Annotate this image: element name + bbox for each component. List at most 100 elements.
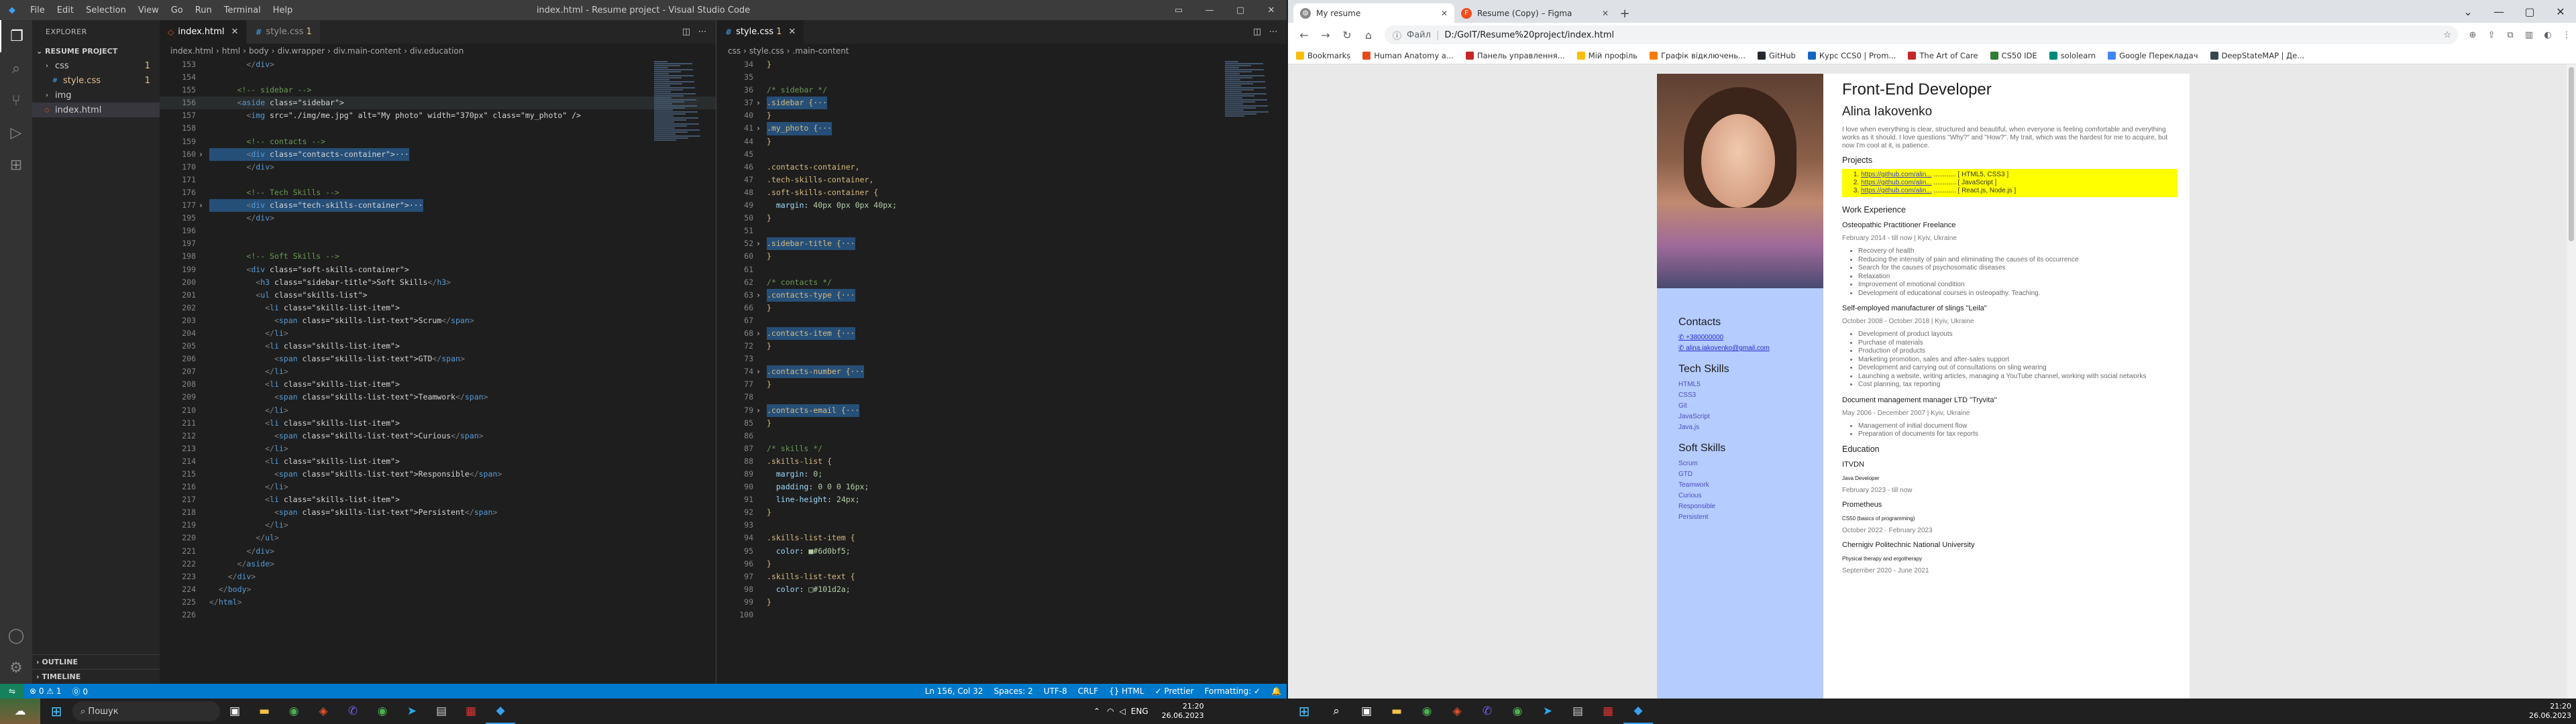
code-line[interactable]: 68 › .contacts-item {··· <box>717 326 1287 341</box>
code-line[interactable]: 215 <span class="skills-list-text">Respo… <box>160 468 716 481</box>
code-line[interactable]: 85} <box>717 417 1287 430</box>
code-line[interactable]: 36 /* sidebar */ <box>717 84 1287 97</box>
tree-item-index-html[interactable]: ◇ index.html <box>32 103 160 117</box>
fold-chevron-icon[interactable]: › <box>756 122 761 135</box>
menu-help[interactable]: Help <box>267 5 299 15</box>
file-explorer-icon-2[interactable]: ▬ <box>1382 699 1411 724</box>
menu-icon[interactable]: ⋮ <box>2557 30 2576 40</box>
extensions-icon[interactable]: ⧉ <box>2501 30 2520 40</box>
code-line[interactable]: 176 <!-- Tech Skills --> <box>160 186 716 199</box>
code-line[interactable]: 63 › .contacts-type {··· <box>717 288 1287 302</box>
bookmark-item[interactable]: Графік відключень... <box>1649 51 1746 60</box>
code-line[interactable]: 95 color: ■#6d0bf5; <box>717 545 1287 558</box>
tree-item-css[interactable]: › css 1 <box>32 58 160 73</box>
close-tab-icon[interactable]: ✕ <box>231 27 239 37</box>
menu-view[interactable]: View <box>132 5 165 15</box>
code-line[interactable]: 62 /* contacts */ <box>717 276 1287 289</box>
maximize-button[interactable]: ▢ <box>2514 0 2545 23</box>
status-item[interactable]: UTF-8 <box>1038 684 1073 699</box>
code-line[interactable]: 214 <li class="skills-list-item"> <box>160 455 716 468</box>
layout-icon[interactable]: ▭ <box>1163 0 1194 20</box>
tray-chevron-icon[interactable]: ⌃ <box>1093 707 1100 716</box>
breadcrumb-item[interactable]: .main-content <box>792 46 849 56</box>
home-icon[interactable]: ⌂ <box>1358 29 1379 42</box>
fold-chevron-icon[interactable]: › <box>199 199 203 212</box>
code-line[interactable]: 213 </li> <box>160 442 716 455</box>
contact-link[interactable]: alina.iakovenko@gmail.com <box>1678 343 1823 354</box>
explorer-icon[interactable]: ❐ <box>0 20 32 52</box>
code-line[interactable]: 91 line-height: 24px; <box>717 493 1287 506</box>
code-line[interactable]: 74 › .contacts-number {··· <box>717 365 1287 379</box>
code-line[interactable]: 197 <box>160 237 716 250</box>
project-link[interactable]: https://github.com/alin... <box>1861 179 1932 186</box>
code-line[interactable]: 60} <box>717 250 1287 263</box>
task-view-icon[interactable]: ▣ <box>220 699 250 724</box>
contact-link[interactable]: +380000000 <box>1678 333 1823 343</box>
bookmark-item[interactable]: CS50 IDE <box>1990 51 2037 60</box>
status-item[interactable]: Spaces: 2 <box>988 684 1038 699</box>
reload-icon[interactable]: ↻ <box>1336 29 1358 42</box>
maximize-button[interactable]: ▢ <box>1225 0 1256 20</box>
code-line[interactable]: 94 .skills-list-item { <box>717 532 1287 544</box>
search-icon-2[interactable]: ⌕ <box>1322 699 1351 724</box>
tab-index-html[interactable]: ◇ index.html ✕ <box>160 20 248 44</box>
close-button[interactable]: ✕ <box>1256 0 1287 20</box>
tab-style-css[interactable]: # style.css 1 <box>247 20 321 44</box>
code-line[interactable]: 205 <li class="skills-list-item"> <box>160 340 716 353</box>
code-line[interactable]: 44} <box>717 135 1287 148</box>
bookmark-item[interactable]: Google Перекладач <box>2108 51 2198 60</box>
sidepanel-icon[interactable]: ▥ <box>2520 30 2538 40</box>
code-line[interactable]: 98 color: □#101d2a; <box>717 583 1287 596</box>
zoom-icon[interactable]: ⊕ <box>2463 30 2482 40</box>
code-line[interactable]: 46 .contacts-container, <box>717 161 1287 174</box>
code-line[interactable]: 159 <!-- contacts --> <box>160 135 716 148</box>
code-line[interactable]: 47 .tech-skills-container, <box>717 174 1287 186</box>
close-button[interactable]: ✕ <box>2545 0 2576 23</box>
code-line[interactable]: 198 <!-- Soft Skills --> <box>160 250 716 263</box>
minimize-button[interactable]: — <box>1194 0 1225 20</box>
minimize-button[interactable]: — <box>2483 0 2514 23</box>
bookmark-item[interactable]: Курс ССS0 | Prom... <box>1807 51 1896 60</box>
code-line[interactable]: 199 <div class="soft-skills-container"> <box>160 263 716 276</box>
bookmark-item[interactable]: Панель управлення... <box>1465 51 1565 60</box>
code-line[interactable]: 226 <box>160 609 716 621</box>
code-line[interactable]: 221 </div> <box>160 545 716 558</box>
close-tab-icon[interactable]: ✕ <box>1441 9 1448 18</box>
forward-icon[interactable]: → <box>1315 29 1336 42</box>
project-link[interactable]: https://github.com/alin... <box>1861 171 1932 178</box>
minimap[interactable] <box>1225 60 1277 117</box>
status-item[interactable]: Formatting: ✓ <box>1199 684 1266 699</box>
code-line[interactable]: 195 </div> <box>160 212 716 225</box>
project-link[interactable]: https://github.com/alin... <box>1861 187 1932 194</box>
bookmark-item[interactable]: DeepStateMAP | Де... <box>2210 51 2304 60</box>
code-line[interactable]: 223 </div> <box>160 570 716 583</box>
split-editor-icon[interactable]: ◫ <box>1249 27 1265 37</box>
code-line[interactable]: 155 <!-- sidebar --> <box>160 84 716 97</box>
code-line[interactable]: 204 </li> <box>160 327 716 340</box>
code-line[interactable]: 201 <ul class="skills-list"> <box>160 289 716 302</box>
more-actions-icon[interactable]: ⋯ <box>1265 27 1281 37</box>
code-line[interactable]: 87 /* skills */ <box>717 442 1287 455</box>
app-icon-2[interactable]: ◈ <box>1442 699 1472 724</box>
code-line[interactable]: 220 </ul> <box>160 532 716 544</box>
code-line[interactable]: 196 <box>160 225 716 237</box>
run-debug-icon[interactable]: ▷ <box>0 117 32 149</box>
menu-edit[interactable]: Edit <box>51 5 80 15</box>
breadcrumb-item[interactable]: html <box>222 46 240 56</box>
code-line[interactable]: 48 .soft-skills-container { <box>717 186 1287 199</box>
code-line[interactable]: 200 <h3 class="sidebar-title">Soft Skill… <box>160 276 716 289</box>
timeline-section[interactable]: › TIMELINE <box>32 669 160 684</box>
code-line[interactable]: 73 <box>717 353 1287 365</box>
start-button[interactable]: ⊞ <box>40 699 72 724</box>
notepad-icon-2[interactable]: ▤ <box>1563 699 1593 724</box>
code-line[interactable]: 100 <box>717 609 1287 621</box>
code-line[interactable]: 99} <box>717 596 1287 609</box>
bookmark-item[interactable]: Bookmarks <box>1296 51 1350 60</box>
bookmark-item[interactable]: Мій профіль <box>1576 51 1638 60</box>
fold-chevron-icon[interactable]: › <box>199 148 203 161</box>
close-tab-icon[interactable]: ✕ <box>1602 9 1609 18</box>
code-line[interactable]: 207 </li> <box>160 365 716 378</box>
file-info-icon[interactable]: ⓘ <box>1393 29 1401 42</box>
code-line[interactable]: 170 </div> <box>160 161 716 174</box>
menu-file[interactable]: File <box>24 5 51 15</box>
